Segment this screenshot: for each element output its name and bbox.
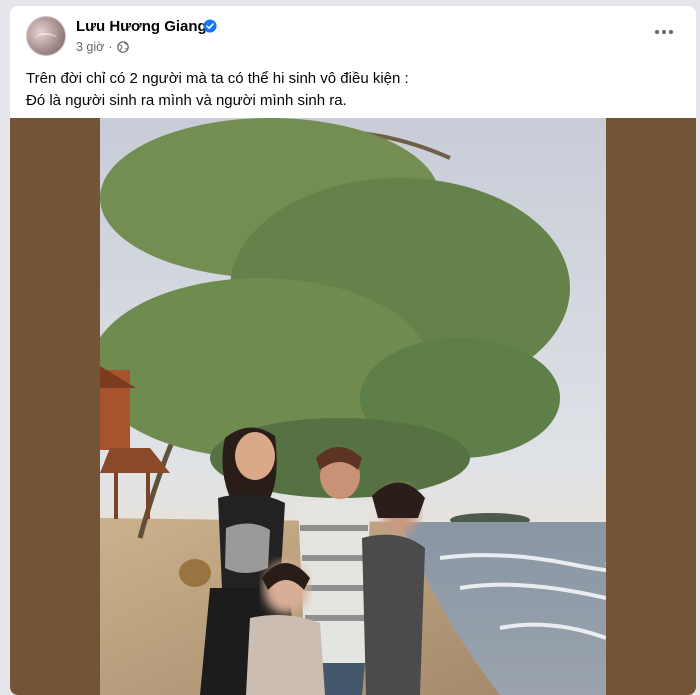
post-timestamp[interactable]: 3 giờ xyxy=(76,40,104,54)
author-avatar[interactable] xyxy=(26,16,66,56)
post-caption: Trên đời chỉ có 2 người mà ta có thể hi … xyxy=(26,68,666,112)
globe-icon[interactable] xyxy=(116,41,129,53)
caption-line-1: Trên đời chỉ có 2 người mà ta có thể hi … xyxy=(26,70,409,87)
post-header: Lưu Hương Giang 3 giờ · xyxy=(10,6,696,70)
caption-line-2: Đó là người sinh ra mình và người mình s… xyxy=(26,92,347,109)
author-name[interactable]: Lưu Hương Giang xyxy=(76,18,207,35)
post-photo[interactable] xyxy=(100,118,606,695)
post-media[interactable] xyxy=(10,118,696,695)
meta-separator: · xyxy=(108,40,113,54)
hat xyxy=(179,559,211,587)
more-options-icon[interactable] xyxy=(652,22,676,42)
verified-badge-icon xyxy=(203,19,217,33)
post-meta: 3 giờ · xyxy=(76,40,129,54)
post-card: Lưu Hương Giang 3 giờ · Trên đời chỉ có … xyxy=(10,6,696,695)
